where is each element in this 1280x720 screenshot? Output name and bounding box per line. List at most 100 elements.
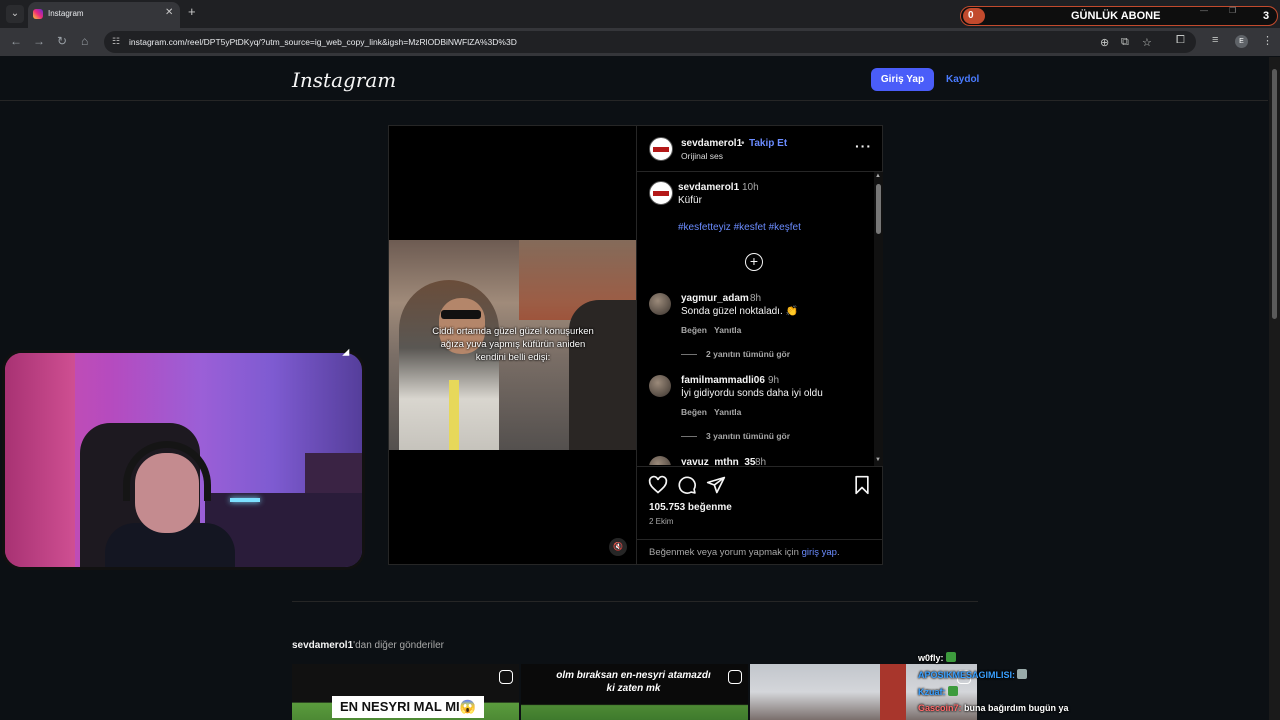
caption-time: 10h (742, 182, 759, 193)
extensions-icon[interactable]: ⧠ (1176, 34, 1185, 47)
mute-icon[interactable]: 🔇 (609, 538, 627, 556)
chat-username: w0fly: (918, 653, 944, 663)
comment-reply-button[interactable]: Yanıtla (714, 407, 741, 417)
more-options-icon[interactable]: ··· (855, 138, 872, 154)
back-icon[interactable]: ← (10, 34, 22, 48)
comment-avatar[interactable] (649, 375, 671, 397)
tab-search-icon[interactable]: ≡ (1212, 34, 1218, 46)
home-icon[interactable]: ⌂ (81, 34, 88, 48)
browser-tab[interactable]: Instagram ✕ (28, 2, 180, 28)
comment-reply-button[interactable]: Yanıtla (714, 325, 741, 335)
comment-username[interactable]: yagmur_adam (681, 293, 749, 304)
comment-like-button[interactable]: Beğen (681, 407, 707, 417)
install-icon[interactable]: ⧉ (1121, 36, 1129, 49)
chat-message: Kzuaf: (918, 686, 958, 697)
more-posts-heading: sevdamerol1'dan diğer gönderiler (292, 640, 444, 651)
star-icon[interactable]: ☆ (1142, 36, 1152, 49)
comment-avatar[interactable] (649, 456, 671, 465)
comment-like-button[interactable]: Beğen (681, 325, 707, 335)
instagram-logo[interactable]: Instagram (292, 68, 396, 92)
author-avatar[interactable] (649, 137, 673, 161)
address-bar[interactable]: ☷ instagram.com/reel/DPT5yPtDKyq/?utm_so… (104, 31, 1196, 53)
tab-close-icon[interactable]: ✕ (165, 7, 173, 18)
login-prompt-text: Beğenmek veya yorum yapmak için (649, 547, 802, 558)
comment-time: 8h (755, 457, 767, 465)
caption-username[interactable]: sevdamerol1 (678, 182, 739, 193)
comment-username[interactable]: familmammadli06 (681, 375, 765, 386)
follow-button[interactable]: Takip Et (749, 138, 787, 149)
comment-text: İyi gidiyordu sonds daha iyi oldu (681, 388, 823, 399)
maximize-icon[interactable]: ❐ (1229, 6, 1236, 15)
follow-separator: • (741, 138, 745, 149)
browser-tab-strip: ⌄ Instagram ✕ + 0 GÜNLÜK ABONE 3 — ❐ (0, 0, 1280, 28)
login-button[interactable]: Giriş Yap (871, 68, 934, 91)
comment-icon[interactable] (677, 475, 697, 495)
likes-count[interactable]: 105.753 beğenme (649, 502, 732, 513)
caption-text: Küfür (678, 195, 702, 206)
chat-message: APOSIKMESAGIMLISI: (918, 669, 1028, 680)
reload-icon[interactable]: ↻ (57, 34, 67, 48)
emote-icon (1017, 669, 1028, 679)
replies-divider (681, 354, 697, 355)
caption-hashtags[interactable]: #kesfetteyiz #kesfet #keşfet (678, 222, 801, 233)
chat-username: APOSIKMESAGIMLISI: (918, 670, 1016, 680)
comments-scrollbar[interactable]: ▲ ▼ (874, 172, 883, 466)
more-post-thumbnail[interactable]: EN NESYRI MAL MI😱 (292, 664, 519, 720)
comment-avatar[interactable] (649, 293, 671, 315)
post-header: sevdamerol1 • Takip Et Orijinal ses ··· (637, 126, 883, 172)
site-info-icon[interactable]: ☷ (112, 36, 120, 47)
view-replies-button[interactable]: 2 yanıtın tümünü gör (706, 349, 790, 359)
new-tab-icon[interactable]: + (188, 4, 196, 19)
comments-list[interactable]: sevdamerol1 10h Küfür #kesfetteyiz #kesf… (637, 173, 883, 465)
caption-author-avatar[interactable] (649, 181, 673, 205)
tab-title: Instagram (48, 9, 84, 18)
share-icon[interactable] (706, 475, 726, 495)
forward-icon[interactable]: → (33, 34, 45, 48)
reel-video[interactable]: Ciddi ortamda güzel güzel konuşurken ağı… (389, 126, 636, 564)
chat-message: Gascoin7: buna bağırdım bugün ya (918, 703, 1069, 713)
view-replies-button[interactable]: 3 yanıtın tümünü gör (706, 431, 790, 441)
streamer-webcam (2, 350, 365, 570)
more-posts-suffix: 'dan diğer gönderiler (353, 640, 445, 651)
more-post-thumbnail[interactable]: olm bıraksan en-nesyri atamazdı ki zaten… (521, 664, 748, 720)
stream-chat: w0fly: APOSIKMESAGIMLISI: Kzuaf: Gascoin… (918, 650, 1118, 720)
login-prompt-link[interactable]: giriş yap (802, 547, 837, 558)
tab-list-chevron-icon[interactable]: ⌄ (6, 5, 24, 23)
video-overlay-caption: Ciddi ortamda güzel güzel konuşurken ağı… (432, 326, 594, 363)
chat-username: Gascoin7: (918, 703, 962, 713)
reel-post: Ciddi ortamda güzel güzel konuşurken ağı… (388, 125, 883, 565)
thumbnail-label: EN NESYRI MAL MI😱 (332, 696, 484, 718)
chat-message: w0fly: (918, 652, 956, 663)
post-side-panel: sevdamerol1 • Takip Et Orijinal ses ··· … (636, 126, 883, 564)
like-heart-icon[interactable] (648, 475, 668, 495)
subscriber-count: 0 (963, 8, 985, 24)
author-username[interactable]: sevdamerol1 (681, 138, 742, 149)
instagram-header: Instagram Giriş Yap Kaydol (0, 57, 1268, 101)
audio-label[interactable]: Orijinal ses (681, 151, 723, 161)
scroll-up-arrow-icon[interactable]: ▲ (875, 173, 881, 179)
video-person-sunglasses (441, 310, 481, 319)
zoom-icon[interactable]: ⊕ (1100, 36, 1109, 49)
add-comment-icon[interactable]: + (745, 253, 763, 271)
scroll-down-arrow-icon[interactable]: ▼ (875, 457, 881, 463)
thumbnail-label: olm bıraksan en-nesyri atamazdı ki zaten… (556, 670, 711, 694)
section-divider (292, 601, 978, 602)
comment-username[interactable]: yavuz_mthn_35 (681, 457, 755, 465)
page-scrollbar[interactable] (1269, 57, 1280, 720)
url-text[interactable]: instagram.com/reel/DPT5yPtDKyq/?utm_sour… (129, 37, 517, 47)
profile-avatar[interactable]: E (1235, 35, 1248, 48)
reel-icon (499, 670, 513, 684)
comments-scrollbar-thumb[interactable] (876, 184, 881, 234)
menu-dots-icon[interactable]: ⋮ (1262, 34, 1273, 47)
save-bookmark-icon[interactable] (852, 475, 872, 495)
comment-time: 9h (768, 375, 780, 386)
reel-icon (728, 670, 742, 684)
post-date: 2 Ekim (649, 517, 674, 526)
page-scrollbar-thumb[interactable] (1272, 69, 1277, 319)
emote-icon (945, 652, 956, 662)
signup-link[interactable]: Kaydol (946, 74, 979, 85)
thumbnail-shop-sign (880, 664, 906, 720)
subscriber-target: 3 (1263, 10, 1270, 22)
minimize-icon[interactable]: — (1200, 6, 1208, 15)
more-posts-username[interactable]: sevdamerol1 (292, 640, 353, 651)
